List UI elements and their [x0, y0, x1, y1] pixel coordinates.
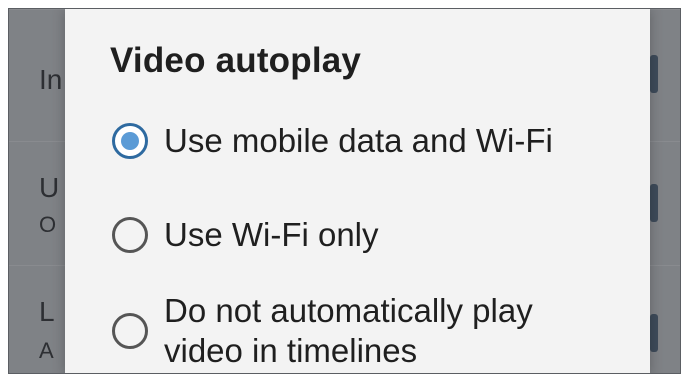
background-setting-subtitle: A — [39, 338, 54, 363]
option-wifi-only[interactable]: Use Wi-Fi only — [112, 215, 379, 255]
background-toggle-edge — [650, 314, 658, 352]
background-setting-title: U — [39, 172, 60, 203]
option-label[interactable]: Use Wi-Fi only — [164, 215, 379, 255]
radio-unselected-icon[interactable] — [112, 217, 148, 253]
background-toggle-edge — [650, 55, 658, 93]
option-label[interactable]: Do not automatically play video in timel… — [164, 291, 533, 371]
option-label[interactable]: Use mobile data and Wi-Fi — [164, 121, 553, 161]
background-setting-subtitle: O — [39, 212, 57, 237]
background-setting-title: In — [39, 64, 63, 95]
option-never-autoplay[interactable]: Do not automatically play video in timel… — [112, 291, 533, 371]
radio-unselected-icon[interactable] — [112, 313, 148, 349]
video-autoplay-dialog: Video autoplay Use mobile data and Wi-Fi… — [65, 9, 650, 373]
dialog-title: Video autoplay — [110, 41, 362, 80]
background-toggle-edge — [650, 184, 658, 222]
background-setting-title: L — [39, 296, 55, 327]
radio-selected-icon[interactable] — [112, 123, 148, 159]
screen: In U O L A Video autoplay Use mobile dat… — [8, 8, 681, 374]
option-mobile-data-and-wifi[interactable]: Use mobile data and Wi-Fi — [112, 121, 553, 161]
